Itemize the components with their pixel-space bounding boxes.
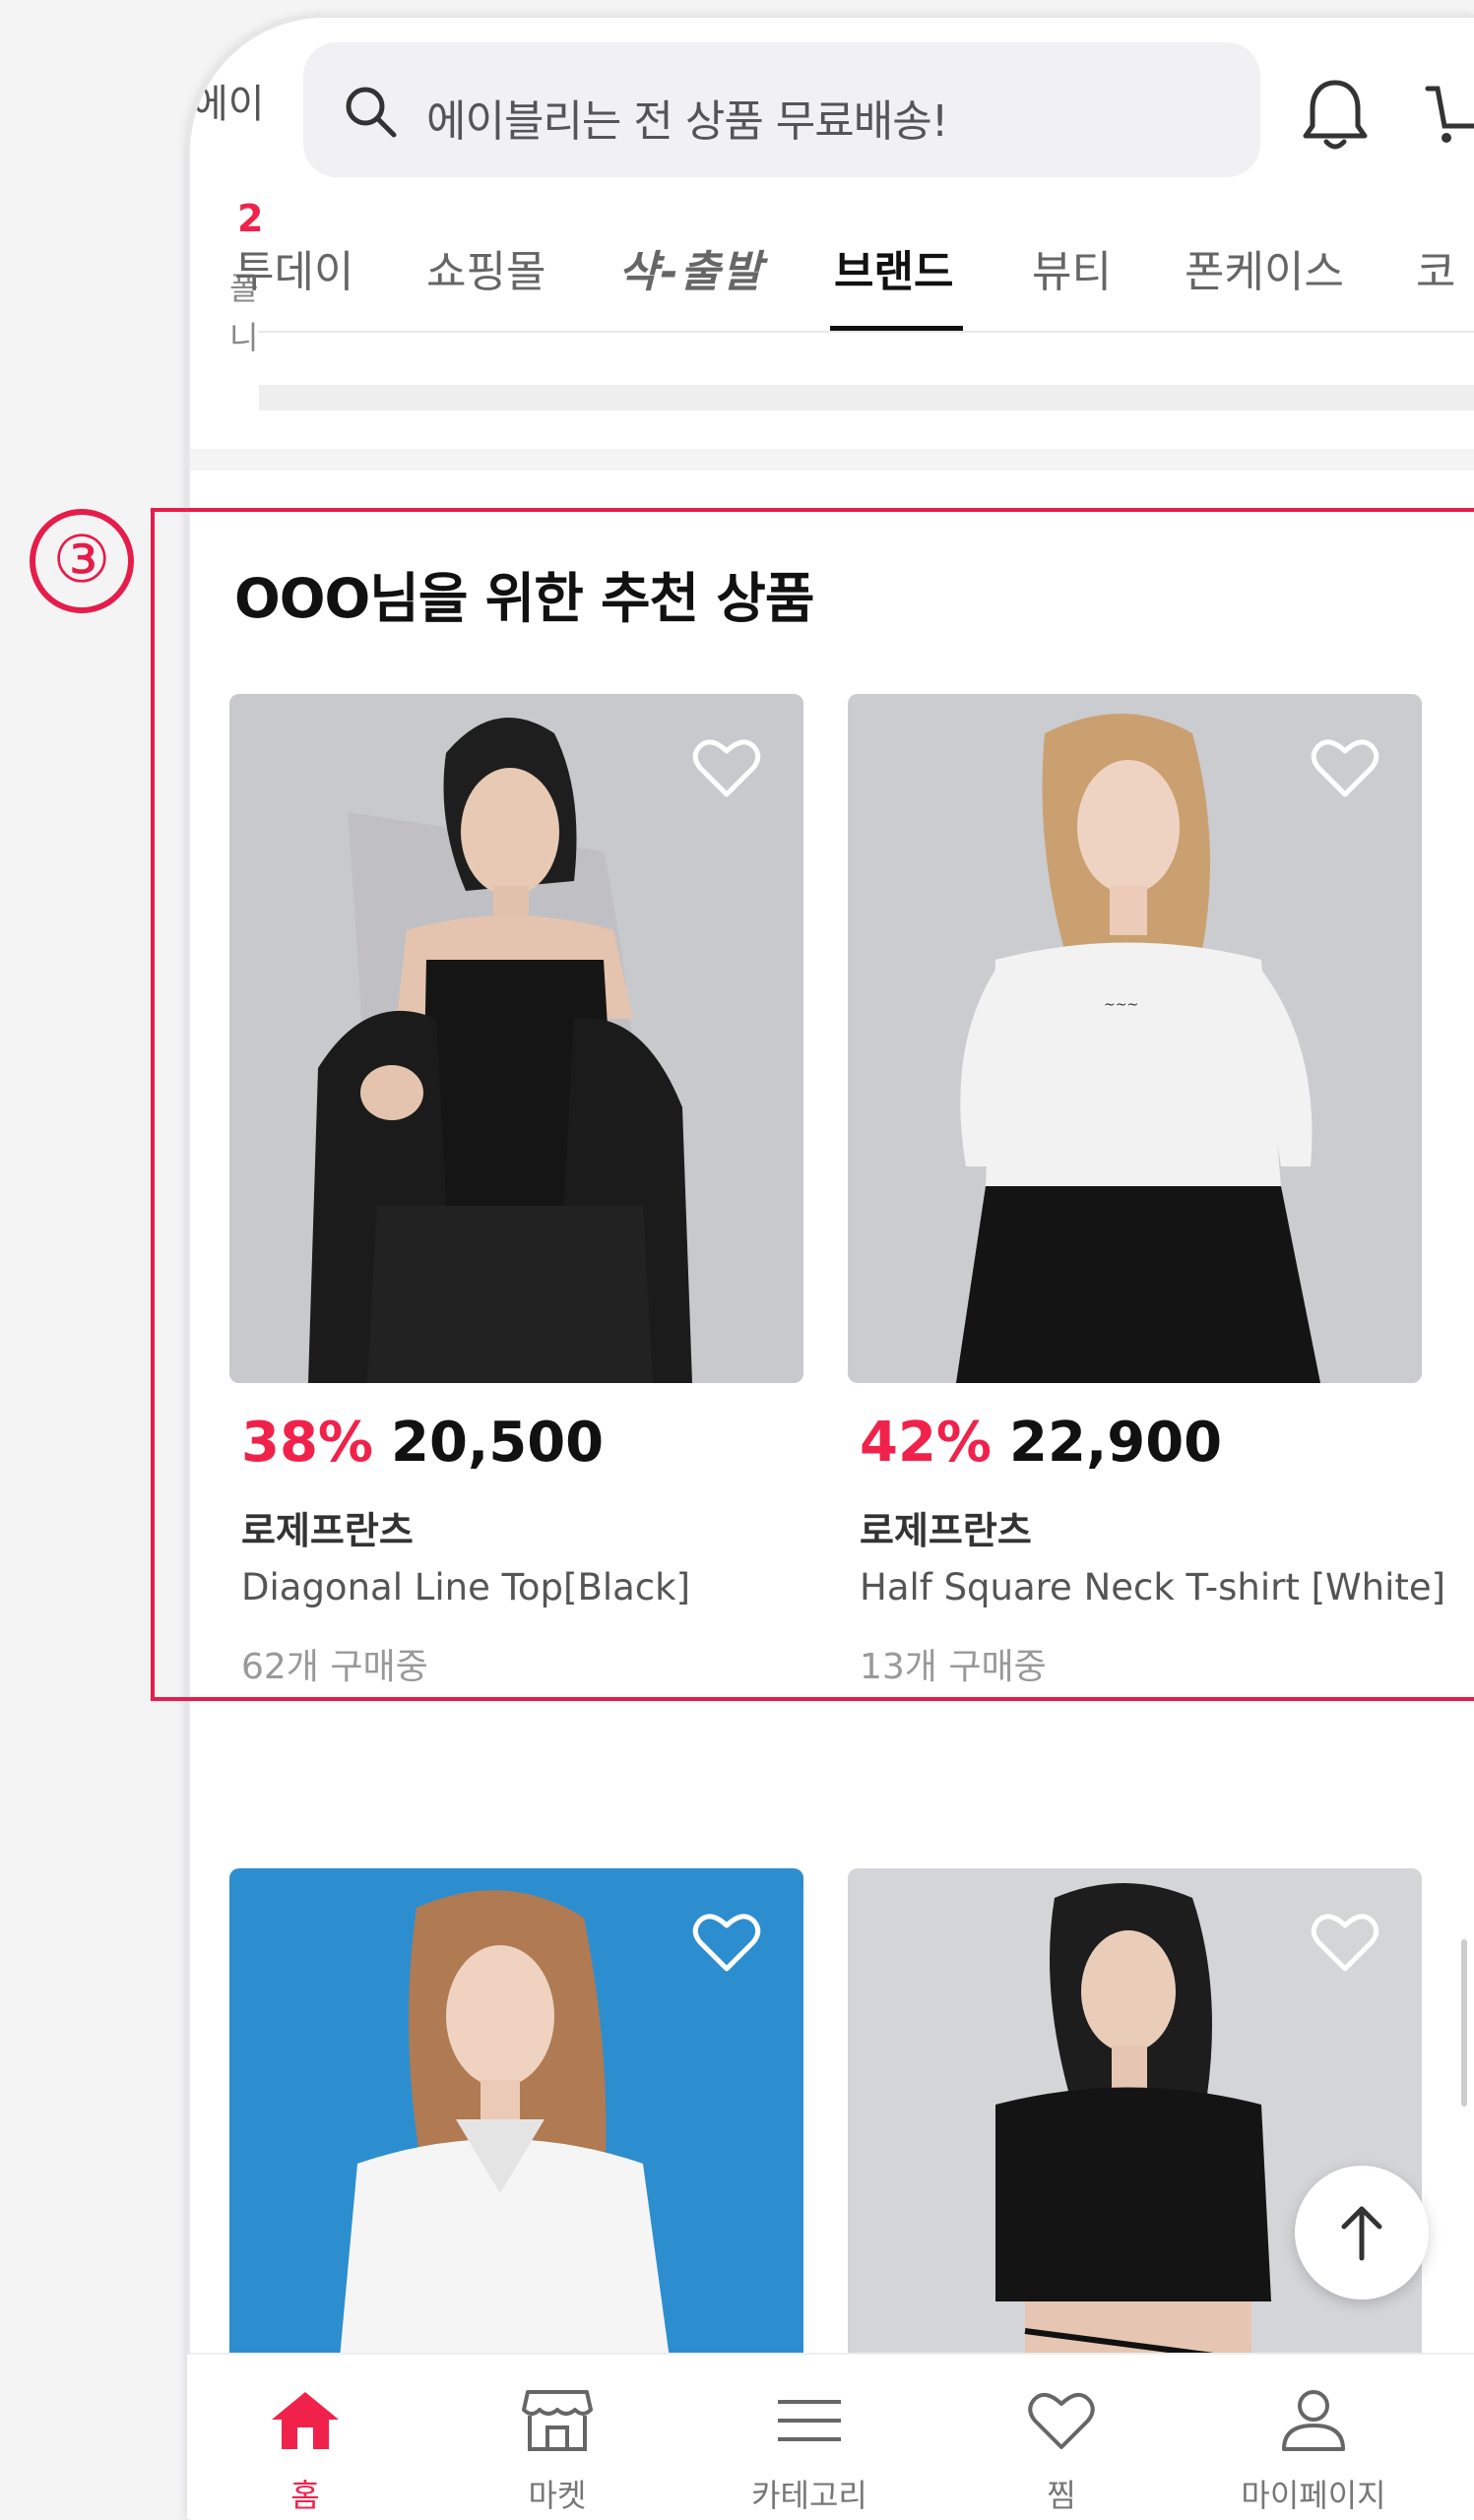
search-bar[interactable]: 에이블리는 전 상품 무료배송! xyxy=(303,42,1260,177)
tab-divider xyxy=(259,331,1474,333)
left-peek-text: 에이 xyxy=(192,82,265,127)
user-icon xyxy=(1282,2390,1345,2451)
product-card[interactable] xyxy=(229,1868,803,2380)
tab-brand[interactable]: 브랜드 xyxy=(834,236,953,299)
store-icon xyxy=(522,2390,593,2451)
product-card[interactable] xyxy=(848,1868,1422,2380)
section-separator xyxy=(190,449,1474,471)
product-image xyxy=(848,1868,1422,2380)
wishlist-heart-icon[interactable] xyxy=(691,1910,762,1975)
nav-mypage[interactable]: 마이페이지 xyxy=(1195,2355,1432,2519)
tab-shoppingmall[interactable]: 쇼핑몰 xyxy=(426,236,545,299)
bell-icon[interactable] xyxy=(1301,77,1370,152)
tab-more[interactable]: 코 xyxy=(1416,236,1455,299)
arrow-up-icon xyxy=(1341,2206,1382,2261)
scroll-to-top-button[interactable] xyxy=(1295,2166,1429,2300)
tab-beauty[interactable]: 뷰티 xyxy=(1032,236,1112,299)
nav-label: 마이페이지 xyxy=(1241,2477,1386,2514)
nav-label: 찜 xyxy=(1047,2477,1076,2514)
nav-category[interactable]: 카테고리 xyxy=(691,2355,928,2519)
nav-market[interactable]: 마켓 xyxy=(439,2355,675,2519)
search-icon xyxy=(346,87,397,138)
nav-label: 마켓 xyxy=(528,2477,587,2514)
nav-label: 홈 xyxy=(290,2477,320,2514)
scrollbar[interactable] xyxy=(1461,1939,1467,2107)
nav-label: 카테고리 xyxy=(751,2477,867,2514)
category-tabs: 투데이 쇼핑몰 샥-출발 브랜드 뷰티 폰케이스 코 xyxy=(190,215,1474,343)
menu-icon xyxy=(778,2400,841,2441)
bottom-navigation: 홈 마켓 카테고리 찜 마이페이지 xyxy=(187,2353,1474,2519)
nav-home[interactable]: 홈 xyxy=(187,2355,423,2519)
tab-today[interactable]: 투데이 xyxy=(234,236,353,299)
tab-shak-departure[interactable]: 샥-출발 xyxy=(618,236,764,299)
tab-phonecase[interactable]: 폰케이스 xyxy=(1185,236,1344,299)
annotation-marker: ③ xyxy=(30,509,134,613)
annotation-highlight-box xyxy=(151,508,1474,1701)
home-icon xyxy=(272,2392,339,2449)
heart-icon xyxy=(1028,2392,1095,2449)
search-placeholder: 에이블리는 전 상품 무료배송! xyxy=(426,96,948,147)
wishlist-heart-icon[interactable] xyxy=(1310,1910,1380,1975)
product-image xyxy=(229,1868,803,2380)
banner-placeholder xyxy=(259,385,1474,410)
cart-icon[interactable] xyxy=(1423,77,1474,156)
nav-wishlist[interactable]: 찜 xyxy=(943,2355,1180,2519)
